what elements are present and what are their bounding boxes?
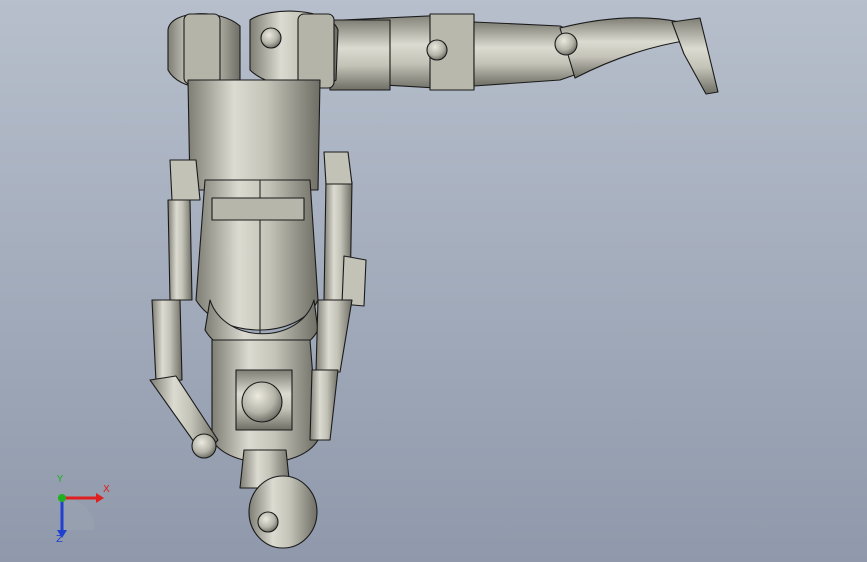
head-visor — [257, 511, 279, 533]
left-forearm — [167, 199, 193, 301]
hip-block — [329, 19, 391, 91]
y-axis-label: Y — [57, 474, 64, 485]
z-axis-label: Z — [56, 534, 63, 545]
right-upper-arm — [315, 299, 353, 373]
knee-joint — [426, 39, 448, 61]
back-panel — [187, 79, 321, 191]
right-hand — [323, 151, 353, 185]
head — [248, 475, 318, 549]
upper-torso — [167, 10, 339, 89]
lower-body — [211, 339, 319, 549]
hip-ball — [241, 381, 283, 423]
left-upper-arm — [151, 299, 183, 383]
right-lower-arm — [309, 369, 339, 441]
y-axis-indicator — [58, 494, 66, 502]
extended-leg — [299, 13, 719, 95]
right-arm — [309, 151, 367, 441]
waist-band — [211, 197, 305, 221]
shoulder-right-pad — [297, 13, 335, 89]
left-elbow — [191, 433, 217, 459]
left-hand — [169, 159, 201, 201]
right-hand-gripper — [341, 255, 367, 307]
ankle-joint — [554, 32, 578, 56]
shoulder-bolt — [260, 27, 282, 49]
3d-graphics-viewport[interactable]: X Y Z — [0, 0, 867, 562]
robot-assembly-model[interactable] — [0, 0, 867, 562]
calf-segment — [559, 17, 691, 79]
shoulder-left-pad — [183, 13, 221, 85]
orientation-triad: X Y Z — [40, 474, 120, 548]
torso — [187, 79, 321, 357]
x-axis-label: X — [103, 484, 110, 495]
foot-segment — [671, 17, 719, 95]
